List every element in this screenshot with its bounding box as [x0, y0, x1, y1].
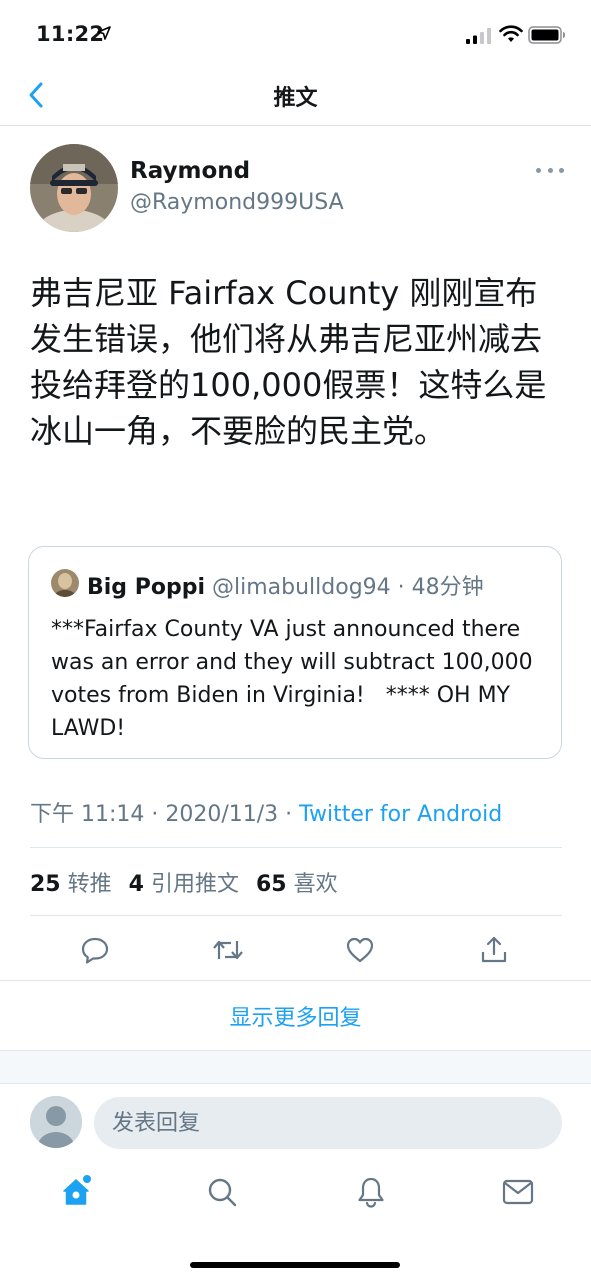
- mail-icon: [502, 1179, 534, 1205]
- show-more-replies-button[interactable]: 显示更多回复: [0, 980, 591, 1050]
- quotes-count: 4: [128, 872, 144, 897]
- reply-button[interactable]: [79, 934, 111, 966]
- divider: [30, 915, 562, 916]
- tweet-source-link[interactable]: Twitter for Android: [299, 802, 502, 827]
- wifi-icon: [499, 25, 523, 42]
- tab-notifications[interactable]: [354, 1175, 388, 1209]
- status-time: 11:22: [36, 22, 105, 46]
- retweets-count: 25: [30, 872, 61, 897]
- section-separator: [0, 1050, 591, 1084]
- more-dot-icon: [547, 167, 553, 173]
- quote-avatar-photo: [51, 569, 79, 597]
- quoted-tweet-card[interactable]: Big Poppi @limabulldog94 · 48分钟 ***Fairf…: [28, 546, 562, 759]
- page-title: 推文: [273, 86, 318, 111]
- tweet-text: 弗吉尼亚 Fairfax County 刚刚宣布发生错误，他们将从弗吉尼亚州减去…: [30, 274, 547, 450]
- tab-search[interactable]: [205, 1175, 239, 1209]
- home-indicator: [190, 1262, 400, 1268]
- bell-icon: [358, 1177, 384, 1208]
- likes-count: 65: [255, 872, 287, 897]
- likes-stat[interactable]: 65 喜欢: [256, 872, 338, 897]
- quote-text: ***Fairfax County VA just announced ther…: [51, 617, 540, 741]
- location-arrow-icon: [97, 26, 111, 40]
- unread-indicator: [83, 1175, 91, 1183]
- quote-meta: @limabulldog94 · 48分钟: [205, 575, 484, 600]
- search-icon: [208, 1178, 237, 1207]
- retweets-label: 转推: [67, 872, 112, 897]
- quotes-stat[interactable]: 4 引用推文: [129, 872, 239, 897]
- divider: [30, 847, 562, 848]
- tweet-actions: [0, 930, 591, 970]
- share-icon: [481, 936, 507, 963]
- signal-icon: [466, 28, 491, 44]
- more-dot-icon: [536, 167, 541, 173]
- comment-icon: [81, 937, 109, 964]
- share-button[interactable]: [478, 934, 510, 966]
- author-name[interactable]: Raymond: [130, 158, 250, 184]
- likes-label: 喜欢: [293, 872, 338, 897]
- retweet-button[interactable]: [212, 934, 244, 966]
- like-button[interactable]: [344, 934, 376, 966]
- tweet-timestamp: 下午 11:14 · 2020/11/3 ·: [30, 802, 300, 827]
- avatar-photo: [30, 144, 118, 232]
- quote-header: Big Poppi @limabulldog94 · 48分钟: [87, 569, 484, 601]
- more-dot-icon: [559, 167, 564, 173]
- more-options-button[interactable]: [536, 160, 564, 180]
- quote-author-name: Big Poppi: [87, 575, 205, 600]
- default-avatar-icon: [30, 1096, 82, 1148]
- author-avatar[interactable]: [30, 144, 118, 232]
- tweet-meta: 下午 11:14 · 2020/11/3 · Twitter for Andro…: [30, 796, 502, 828]
- tab-messages[interactable]: [501, 1175, 535, 1209]
- quote-avatar: [51, 569, 79, 597]
- retweets-stat[interactable]: 25 转推: [30, 872, 112, 897]
- heart-icon: [346, 937, 374, 963]
- status-bar: 11:22: [0, 0, 591, 70]
- author-handle[interactable]: @Raymond999USA: [130, 190, 344, 215]
- tweet-stats: 25 转推 4 引用推文 65 喜欢: [30, 866, 338, 898]
- user-avatar: [30, 1096, 82, 1148]
- quotes-label: 引用推文: [150, 872, 239, 897]
- battery-icon: [528, 26, 565, 44]
- retweet-icon: [213, 940, 243, 960]
- nav-bar: 推文: [0, 70, 591, 126]
- reply-input[interactable]: [94, 1097, 562, 1149]
